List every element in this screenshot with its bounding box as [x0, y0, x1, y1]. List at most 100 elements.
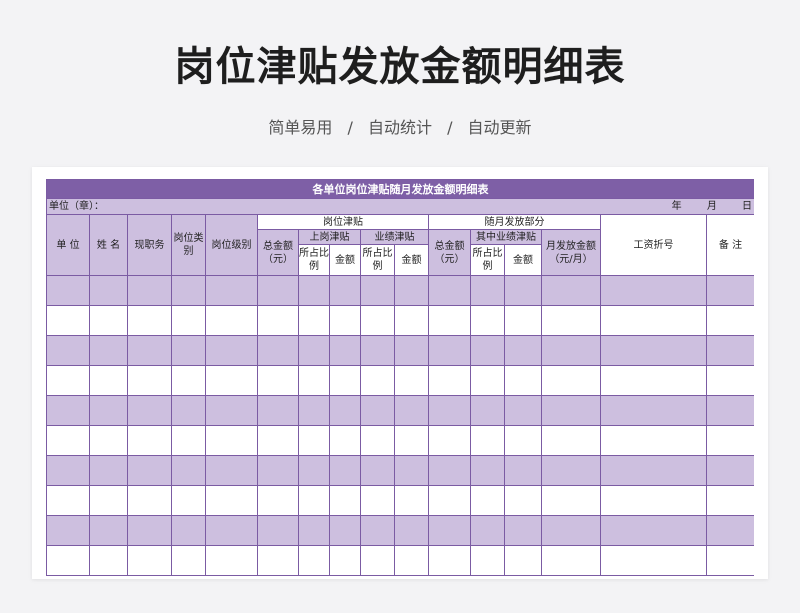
table-cell[interactable] [470, 425, 505, 456]
table-cell[interactable] [89, 425, 128, 456]
table-cell[interactable] [504, 515, 542, 546]
table-cell[interactable] [298, 395, 330, 426]
table-cell[interactable] [46, 365, 90, 396]
table-cell[interactable] [706, 485, 754, 516]
table-cell[interactable] [394, 305, 429, 336]
table-cell[interactable] [329, 485, 361, 516]
table-cell[interactable] [541, 395, 601, 426]
table-cell[interactable] [706, 305, 754, 336]
table-cell[interactable] [470, 395, 505, 426]
table-cell[interactable] [504, 275, 542, 306]
table-cell[interactable] [298, 485, 330, 516]
table-cell[interactable] [394, 275, 429, 306]
table-cell[interactable] [89, 305, 128, 336]
table-cell[interactable] [89, 395, 128, 426]
table-cell[interactable] [360, 455, 395, 486]
table-cell[interactable] [298, 305, 330, 336]
table-cell[interactable] [205, 335, 258, 366]
table-cell[interactable] [205, 365, 258, 396]
table-cell[interactable] [428, 425, 471, 456]
table-cell[interactable] [600, 365, 707, 396]
table-cell[interactable] [171, 395, 206, 426]
table-cell[interactable] [360, 275, 395, 306]
table-cell[interactable] [89, 335, 128, 366]
table-cell[interactable] [298, 455, 330, 486]
table-cell[interactable] [706, 455, 754, 486]
table-cell[interactable] [89, 455, 128, 486]
table-cell[interactable] [600, 485, 707, 516]
table-cell[interactable] [504, 305, 542, 336]
table-cell[interactable] [329, 365, 361, 396]
table-cell[interactable] [127, 485, 172, 516]
table-cell[interactable] [470, 305, 505, 336]
table-cell[interactable] [470, 365, 505, 396]
table-cell[interactable] [504, 365, 542, 396]
table-cell[interactable] [470, 335, 505, 366]
table-cell[interactable] [541, 455, 601, 486]
table-cell[interactable] [504, 485, 542, 516]
table-cell[interactable] [298, 335, 330, 366]
table-cell[interactable] [600, 515, 707, 546]
table-cell[interactable] [541, 275, 601, 306]
table-cell[interactable] [205, 515, 258, 546]
table-cell[interactable] [171, 515, 206, 546]
table-cell[interactable] [127, 395, 172, 426]
table-cell[interactable] [46, 275, 90, 306]
table-cell[interactable] [360, 395, 395, 426]
table-cell[interactable] [428, 455, 471, 486]
table-cell[interactable] [171, 485, 206, 516]
table-cell[interactable] [89, 485, 128, 516]
table-cell[interactable] [205, 395, 258, 426]
table-cell[interactable] [706, 425, 754, 456]
table-cell[interactable] [360, 335, 395, 366]
table-cell[interactable] [706, 515, 754, 546]
table-cell[interactable] [394, 395, 429, 426]
table-cell[interactable] [360, 515, 395, 546]
table-cell[interactable] [298, 275, 330, 306]
table-cell[interactable] [360, 545, 395, 576]
table-cell[interactable] [600, 335, 707, 366]
table-cell[interactable] [205, 545, 258, 576]
table-cell[interactable] [360, 485, 395, 516]
table-cell[interactable] [329, 455, 361, 486]
table-cell[interactable] [394, 545, 429, 576]
table-cell[interactable] [360, 305, 395, 336]
table-cell[interactable] [127, 515, 172, 546]
table-cell[interactable] [329, 425, 361, 456]
table-cell[interactable] [360, 365, 395, 396]
table-cell[interactable] [171, 425, 206, 456]
table-cell[interactable] [127, 305, 172, 336]
table-cell[interactable] [706, 545, 754, 576]
table-cell[interactable] [394, 425, 429, 456]
table-cell[interactable] [706, 335, 754, 366]
table-cell[interactable] [89, 545, 128, 576]
table-cell[interactable] [257, 425, 299, 456]
table-cell[interactable] [428, 335, 471, 366]
table-cell[interactable] [600, 275, 707, 306]
table-cell[interactable] [541, 545, 601, 576]
table-cell[interactable] [600, 425, 707, 456]
table-cell[interactable] [329, 335, 361, 366]
table-cell[interactable] [360, 425, 395, 456]
table-cell[interactable] [504, 455, 542, 486]
table-cell[interactable] [298, 515, 330, 546]
table-cell[interactable] [89, 365, 128, 396]
table-cell[interactable] [205, 485, 258, 516]
table-cell[interactable] [46, 425, 90, 456]
table-cell[interactable] [706, 365, 754, 396]
table-cell[interactable] [171, 275, 206, 306]
table-cell[interactable] [541, 515, 601, 546]
table-cell[interactable] [329, 305, 361, 336]
table-cell[interactable] [89, 275, 128, 306]
table-cell[interactable] [428, 305, 471, 336]
table-cell[interactable] [298, 545, 330, 576]
table-cell[interactable] [127, 425, 172, 456]
table-cell[interactable] [504, 425, 542, 456]
table-cell[interactable] [257, 515, 299, 546]
table-cell[interactable] [541, 335, 601, 366]
table-cell[interactable] [257, 275, 299, 306]
table-cell[interactable] [706, 395, 754, 426]
table-cell[interactable] [205, 275, 258, 306]
table-cell[interactable] [46, 515, 90, 546]
table-cell[interactable] [394, 365, 429, 396]
